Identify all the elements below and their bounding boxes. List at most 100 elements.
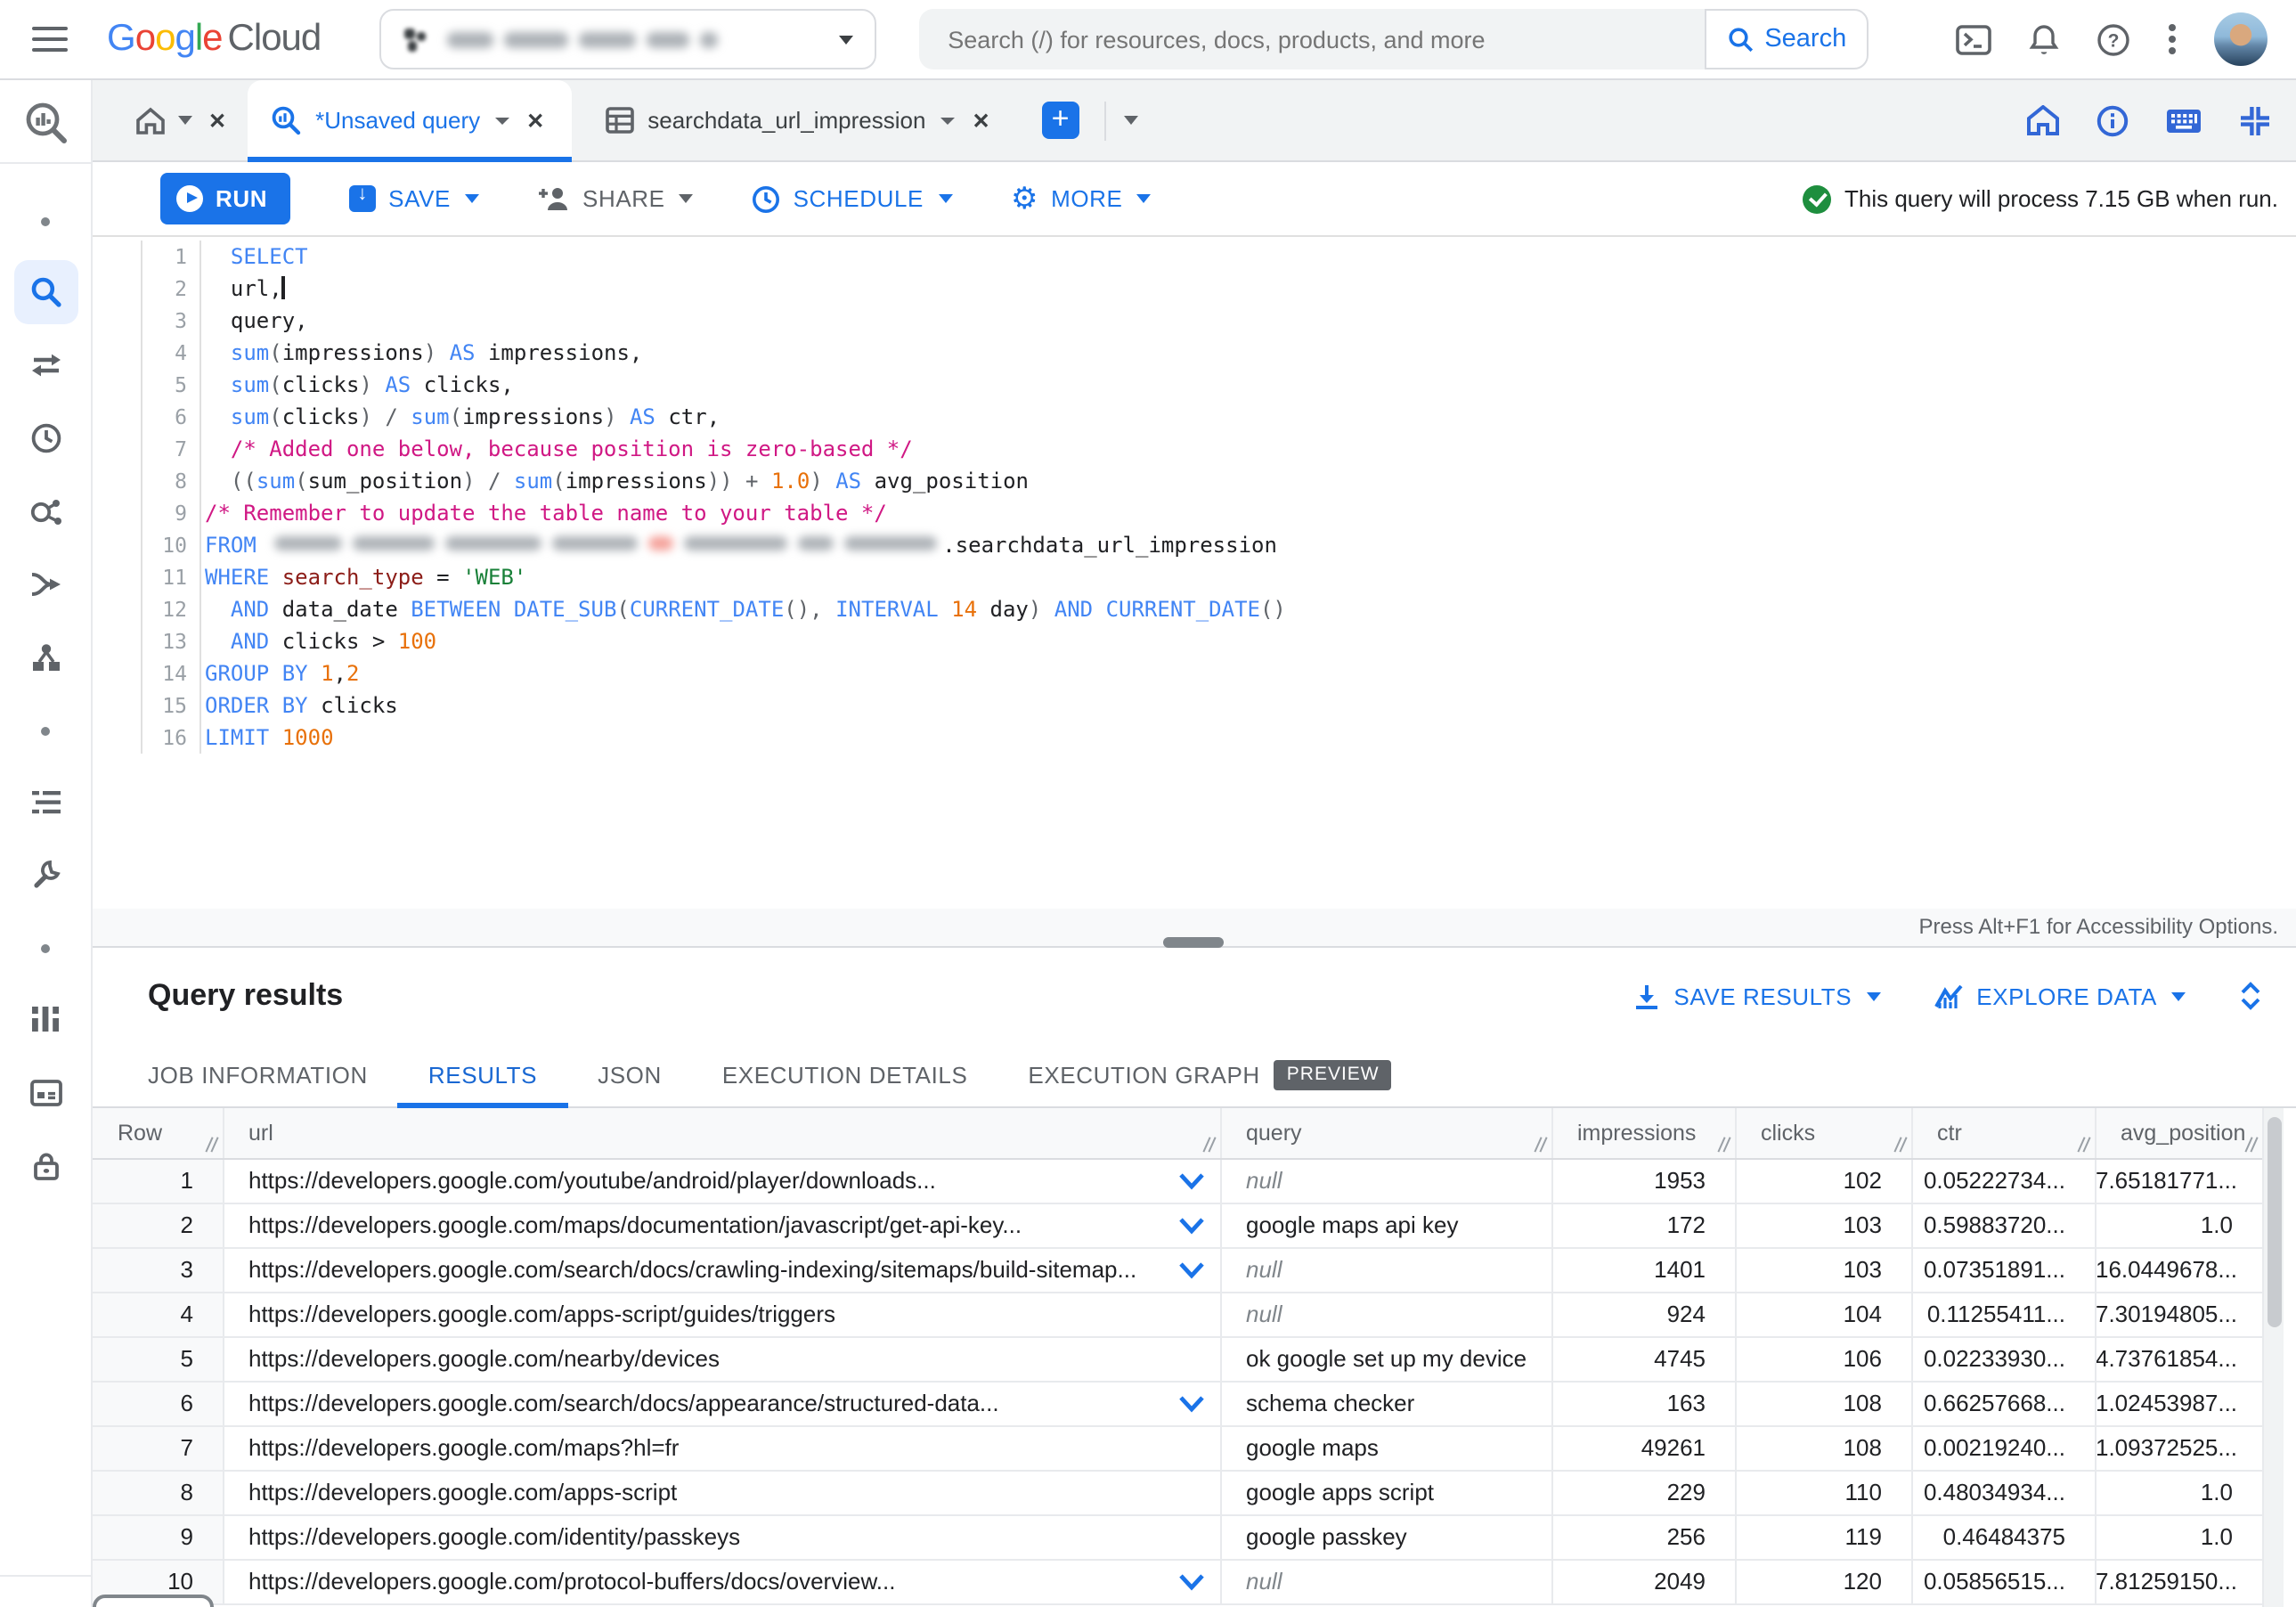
- code-line[interactable]: 14 GROUP BY 1,2: [142, 657, 1286, 689]
- avg-position-cell: 16.0449678...: [2095, 1247, 2263, 1293]
- code-line[interactable]: 11 WHERE search_type = 'WEB': [142, 561, 1286, 593]
- tab-unsaved-query-close-icon[interactable]: ✕: [523, 104, 548, 136]
- expand-results-icon[interactable]: [2239, 982, 2262, 1010]
- expand-row-button[interactable]: [1176, 1572, 1205, 1590]
- code-line[interactable]: 7 /* Added one below, because position i…: [142, 433, 1286, 465]
- run-button[interactable]: RUN: [160, 173, 291, 224]
- column-resize-handle[interactable]: [1533, 1136, 1549, 1152]
- new-tab-button[interactable]: +: [1041, 102, 1079, 139]
- sql-editor[interactable]: 1 SELECT 2 url, 3 query, 4 sum(impressions)…: [93, 237, 2296, 909]
- results-tab-results[interactable]: RESULTS: [397, 1042, 568, 1108]
- tab-overflow-caret-icon[interactable]: [1123, 116, 1138, 125]
- results-tab-job-information[interactable]: JOB INFORMATION: [118, 1042, 398, 1106]
- tab-searchdata-url-impression[interactable]: searchdata_url_impression ✕: [582, 80, 1016, 161]
- sidebar-item-dot-2[interactable]: [13, 698, 77, 763]
- cloud-shell-icon[interactable]: [1956, 24, 1991, 54]
- info-icon[interactable]: [2097, 104, 2129, 136]
- expand-row-button[interactable]: [1176, 1216, 1205, 1234]
- tab-unsaved-query[interactable]: *Unsaved query ✕: [248, 80, 572, 161]
- clicks-cell: 110: [1735, 1470, 1912, 1515]
- notifications-icon[interactable]: [2029, 22, 2059, 56]
- column-header-query[interactable]: query: [1220, 1108, 1552, 1159]
- bigquery-sidebar: [0, 80, 93, 1607]
- expand-row-button[interactable]: [1176, 1394, 1205, 1412]
- avatar[interactable]: [2214, 12, 2268, 66]
- avg-position-cell: 1.09372525...: [2095, 1425, 2263, 1471]
- sidebar-item-migration[interactable]: [13, 770, 77, 834]
- help-icon[interactable]: ?: [2097, 22, 2130, 56]
- more-options-icon[interactable]: [2168, 23, 2177, 55]
- column-header-url[interactable]: url: [223, 1108, 1221, 1159]
- column-resize-handle[interactable]: [1893, 1136, 1909, 1152]
- column-resize-handle[interactable]: [204, 1136, 220, 1152]
- results-horizontal-scrollbar[interactable]: [93, 1595, 214, 1607]
- column-header-impressions[interactable]: impressions: [1551, 1108, 1736, 1159]
- main-menu-icon[interactable]: [32, 27, 68, 52]
- tab-home[interactable]: ✕: [135, 104, 230, 136]
- keyboard-shortcuts-icon[interactable]: [2166, 108, 2202, 133]
- save-icon: [349, 184, 377, 212]
- column-resize-handle[interactable]: [1201, 1136, 1217, 1152]
- code-line[interactable]: 10 FROM .searchdata_url_impression: [142, 529, 1286, 561]
- sidebar-item-sql-workspace[interactable]: [13, 260, 77, 324]
- tab-unsaved-query-caret-icon[interactable]: [494, 117, 509, 124]
- column-header-avg_position[interactable]: avg_position: [2095, 1108, 2263, 1159]
- code-line[interactable]: 13 AND clicks > 100: [142, 625, 1286, 657]
- line-number: 2: [142, 273, 201, 305]
- project-selector[interactable]: [379, 9, 877, 69]
- sidebar-item-administration[interactable]: [13, 843, 77, 907]
- schedule-button[interactable]: SCHEDULE: [753, 184, 952, 213]
- collapse-panels-icon[interactable]: [2239, 104, 2271, 136]
- column-header-ctr[interactable]: ctr: [1911, 1108, 2096, 1159]
- sidebar-item-data-quality[interactable]: [13, 479, 77, 543]
- save-button[interactable]: SAVE: [349, 184, 479, 212]
- url-value: https://developers.google.com/protocol-b…: [248, 1568, 896, 1595]
- tab-searchdata-close-icon[interactable]: ✕: [968, 104, 993, 136]
- results-tab-execution-graph[interactable]: EXECUTION GRAPH PREVIEW: [997, 1042, 1421, 1106]
- column-resize-handle[interactable]: [2076, 1136, 2092, 1152]
- more-button[interactable]: ⚙ MORE: [1011, 184, 1152, 214]
- code-line[interactable]: 8 ((sum(sum_position) / sum(impressions)…: [142, 465, 1286, 497]
- panel-resize-handle[interactable]: [1163, 937, 1224, 948]
- home-tab-caret-icon[interactable]: [178, 116, 192, 125]
- share-button[interactable]: SHARE: [538, 185, 694, 212]
- code-line[interactable]: 2 url,: [142, 273, 1286, 305]
- column-header-row[interactable]: Row: [93, 1108, 224, 1159]
- sidebar-item-data-transfers[interactable]: [13, 333, 77, 397]
- column-resize-handle[interactable]: [2243, 1136, 2259, 1152]
- code-line[interactable]: 15 ORDER BY clicks: [142, 689, 1286, 722]
- sidebar-item-scheduled-queries[interactable]: [13, 406, 77, 470]
- expand-row-button[interactable]: [1176, 1171, 1205, 1189]
- sidebar-item-secure[interactable]: [13, 1133, 77, 1197]
- redacted-table-path: [274, 536, 938, 551]
- tab-searchdata-caret-icon[interactable]: [940, 117, 955, 124]
- code-line[interactable]: 3 query,: [142, 305, 1286, 337]
- explore-data-button[interactable]: EXPLORE DATA: [1934, 983, 2186, 1009]
- sidebar-item-dot-1[interactable]: [13, 189, 77, 253]
- code-line[interactable]: 4 sum(impressions) AS impressions,: [142, 337, 1286, 369]
- sidebar-item-analytics-hub[interactable]: [13, 625, 77, 689]
- search-button[interactable]: Search: [1705, 9, 1869, 69]
- save-results-button[interactable]: SAVE RESULTS: [1632, 983, 1881, 1009]
- home-tab-close-icon[interactable]: ✕: [205, 104, 230, 136]
- line-number: 4: [142, 337, 201, 369]
- code-line[interactable]: 9/* Remember to update the table name to…: [142, 497, 1286, 529]
- code-line[interactable]: 5 sum(clicks) AS clicks,: [142, 369, 1286, 401]
- url-value: https://developers.google.com/identity/p…: [248, 1523, 741, 1550]
- results-tab-json[interactable]: JSON: [567, 1042, 692, 1106]
- code-line[interactable]: 12 AND data_date BETWEEN DATE_SUB(CURREN…: [142, 593, 1286, 625]
- results-vertical-scrollbar[interactable]: [2262, 1108, 2284, 1607]
- sidebar-item-capacity[interactable]: [13, 1060, 77, 1124]
- expand-row-button[interactable]: [1176, 1260, 1205, 1278]
- sidebar-item-dataform[interactable]: [13, 552, 77, 616]
- results-tab-execution-details[interactable]: EXECUTION DETAILS: [692, 1042, 998, 1106]
- sidebar-item-dot-3[interactable]: [13, 916, 77, 980]
- code-line[interactable]: 1 SELECT: [142, 241, 1286, 273]
- sidebar-item-monitoring[interactable]: [13, 987, 77, 1051]
- column-resize-handle[interactable]: [1716, 1136, 1732, 1152]
- search-input[interactable]: [919, 9, 1706, 69]
- column-header-clicks[interactable]: clicks: [1735, 1108, 1912, 1159]
- welcome-home-icon[interactable]: [2027, 105, 2059, 135]
- code-line[interactable]: 16 LIMIT 1000: [142, 722, 1286, 754]
- code-line[interactable]: 6 sum(clicks) / sum(impressions) AS ctr,: [142, 401, 1286, 433]
